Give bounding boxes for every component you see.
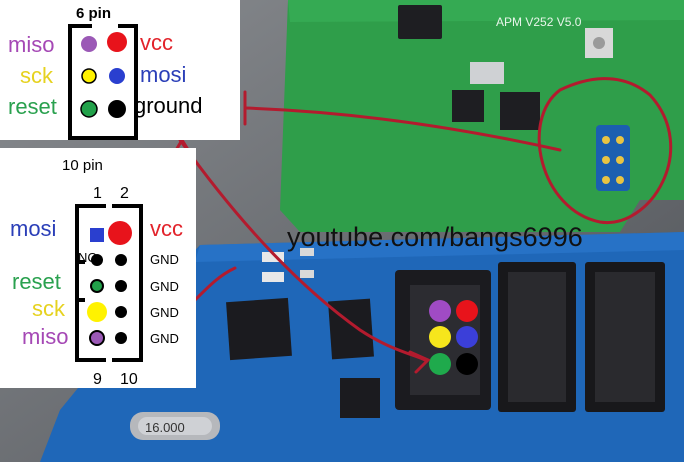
- six-pin-diagram: 6 pin miso sck reset vcc mosi ground: [0, 0, 240, 140]
- pin-number-9: 9: [93, 371, 102, 388]
- six-pin-6: [108, 100, 126, 118]
- ten-pin-title: 10 pin: [62, 157, 103, 174]
- label-ground-6: ground: [134, 93, 203, 118]
- pin-number-1: 1: [93, 185, 102, 202]
- ten-pin-6: [115, 280, 127, 292]
- annotated-programmer-photo: 16.000 APM V252 V5.0 youtube.com/bangs69…: [0, 0, 684, 462]
- board-model-text: APM V252 V5.0: [496, 15, 582, 29]
- six-pin-3: [81, 68, 97, 84]
- six-pin-5: [80, 100, 98, 118]
- label-sck-10: sck: [32, 296, 66, 321]
- pin-number-2: 2: [120, 185, 129, 202]
- ten-pin-5: [90, 279, 104, 293]
- youtube-watermark: youtube.com/bangs6996: [287, 222, 583, 252]
- label-gnd-2: GND: [150, 279, 179, 294]
- isp-pin-6: [456, 353, 478, 375]
- pin-number-10: 10: [120, 371, 138, 388]
- ten-pin-10: [115, 332, 127, 344]
- label-vcc-10: vcc: [150, 216, 183, 241]
- label-gnd-3: GND: [150, 305, 179, 320]
- ten-pin-3: [91, 254, 103, 266]
- crystal-label: 16.000: [145, 420, 185, 435]
- label-sck-6: sck: [20, 63, 54, 88]
- label-gnd-4: GND: [150, 331, 179, 346]
- isp-pin-3: [429, 326, 451, 348]
- ten-pin-1: [90, 228, 104, 242]
- label-miso-6: miso: [8, 32, 54, 57]
- label-miso-10: miso: [22, 324, 68, 349]
- ten-pin-7: [87, 302, 107, 322]
- green-apm-board: APM V252 V5.0: [280, 0, 684, 232]
- label-mosi-10: mosi: [10, 216, 56, 241]
- six-pin-title: 6 pin: [76, 5, 111, 22]
- ten-pin-4: [115, 254, 127, 266]
- ten-pin-9: [89, 330, 105, 346]
- ten-pin-8: [115, 306, 127, 318]
- ten-pin-2: [108, 221, 132, 245]
- isp-pin-2: [456, 300, 478, 322]
- isp-pin-5: [429, 353, 451, 375]
- six-pin-1: [81, 36, 97, 52]
- six-pin-4: [109, 68, 125, 84]
- isp-pin-4: [456, 326, 478, 348]
- six-pin-2: [107, 32, 127, 52]
- ten-pin-diagram: 10 pin 1 2 mosi NC reset sck miso vcc GN…: [0, 148, 196, 388]
- label-reset-6: reset: [8, 94, 57, 119]
- label-reset-10: reset: [12, 269, 61, 294]
- label-gnd-1: GND: [150, 252, 179, 267]
- label-vcc-6: vcc: [140, 30, 173, 55]
- isp-pin-1: [429, 300, 451, 322]
- label-mosi-6: mosi: [140, 62, 186, 87]
